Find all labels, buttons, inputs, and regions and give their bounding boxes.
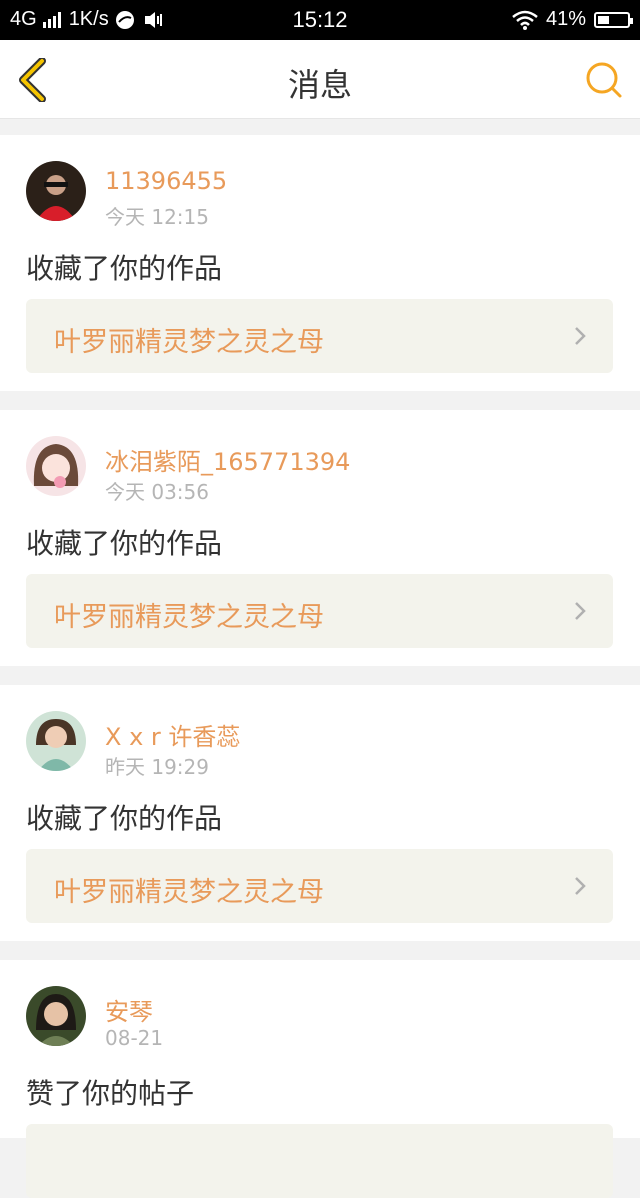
- search-icon[interactable]: [584, 60, 624, 100]
- chevron-right-icon: [575, 602, 586, 620]
- action-text: 收藏了你的作品: [26, 252, 223, 285]
- work-link[interactable]: 叶罗丽精灵梦之灵之母: [26, 849, 613, 923]
- username[interactable]: X x r 许香蕊: [105, 717, 240, 752]
- timestamp: 今天 03:56: [105, 480, 209, 504]
- work-link[interactable]: 叶罗丽精灵梦之灵之母: [26, 574, 613, 648]
- user-avatar[interactable]: [26, 161, 86, 221]
- action-text: 赞了你的帖子: [26, 1077, 195, 1110]
- work-title: 叶罗丽精灵梦之灵之母: [54, 327, 324, 358]
- timestamp: 08-21: [105, 1026, 164, 1050]
- chevron-right-icon: [575, 877, 586, 895]
- work-link[interactable]: [26, 1124, 613, 1198]
- header: 消息: [0, 40, 640, 119]
- user-avatar[interactable]: [26, 436, 86, 496]
- status-bar: 4G 1K/s 15:12 41%: [0, 0, 640, 40]
- status-right: 41%: [512, 8, 633, 31]
- battery-fill: [598, 15, 609, 24]
- timestamp: 昨天 19:29: [105, 755, 209, 779]
- message-item: 冰泪紫陌_165771394 今天 03:56 收藏了你的作品 叶罗丽精灵梦之灵…: [0, 410, 640, 666]
- user-avatar[interactable]: [26, 711, 86, 771]
- username[interactable]: 11396455: [105, 167, 227, 195]
- work-title: 叶罗丽精灵梦之灵之母: [54, 877, 324, 908]
- battery-percent: 41%: [545, 8, 586, 30]
- page-title: 消息: [287, 66, 352, 104]
- chevron-right-icon: [575, 327, 586, 345]
- work-title: 叶罗丽精灵梦之灵之母: [54, 602, 324, 633]
- action-text: 收藏了你的作品: [26, 527, 223, 560]
- action-text: 收藏了你的作品: [26, 802, 223, 835]
- user-avatar[interactable]: [26, 986, 86, 1046]
- message-item: X x r 许香蕊 昨天 19:29 收藏了你的作品 叶罗丽精灵梦之灵之母: [0, 685, 640, 941]
- timestamp: 今天 12:15: [105, 205, 209, 229]
- message-item: 11396455 今天 12:15 收藏了你的作品 叶罗丽精灵梦之灵之母: [0, 135, 640, 391]
- wifi-icon: [512, 10, 538, 30]
- battery-icon: [594, 11, 633, 28]
- username[interactable]: 冰泪紫陌_165771394: [105, 442, 350, 477]
- work-link[interactable]: 叶罗丽精灵梦之灵之母: [26, 299, 613, 373]
- username[interactable]: 安琴: [105, 992, 153, 1027]
- message-item: 安琴 08-21 赞了你的帖子: [0, 960, 640, 1198]
